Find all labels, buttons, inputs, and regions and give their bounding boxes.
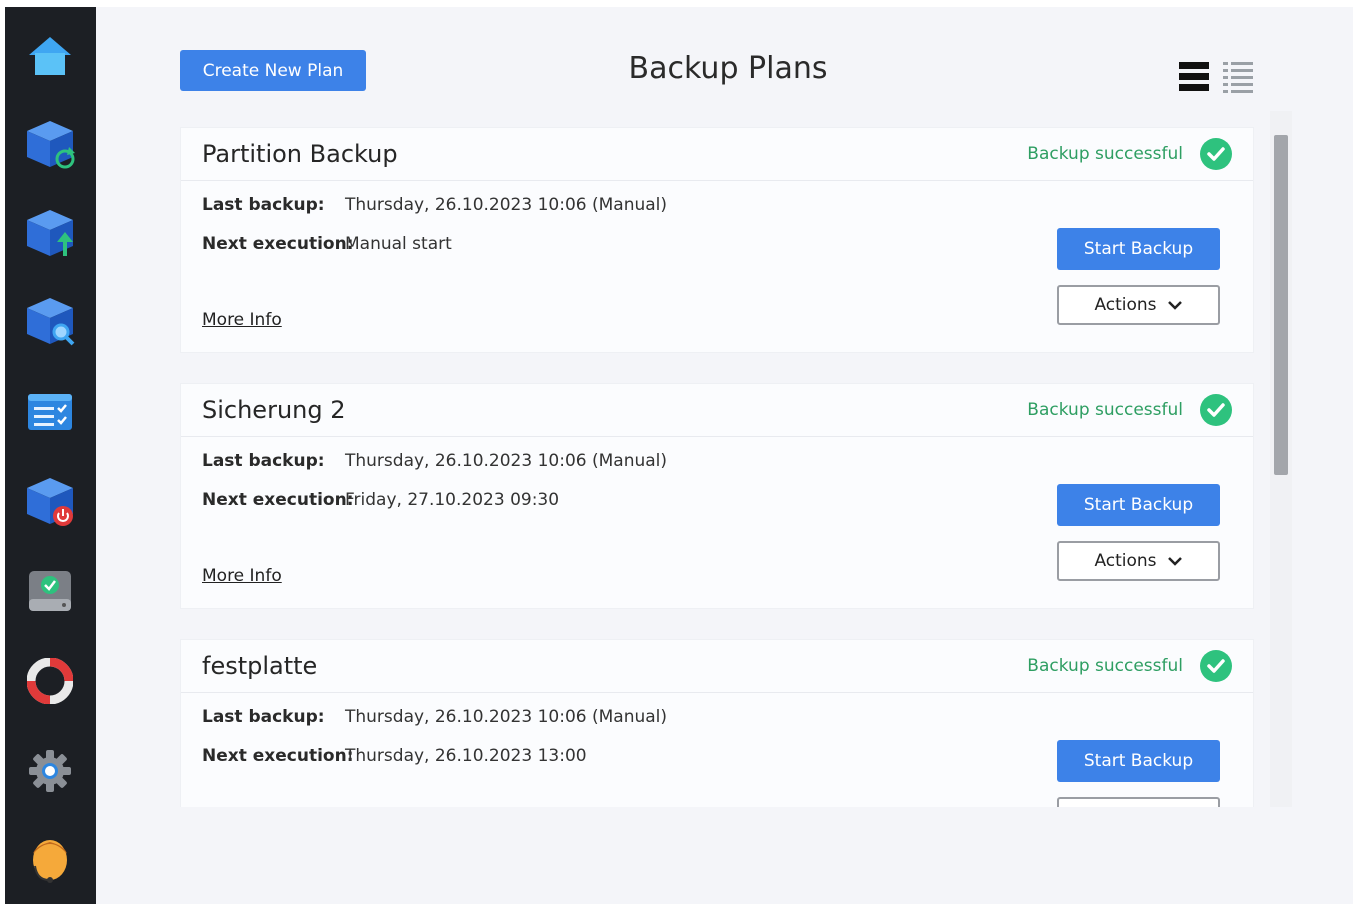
next-execution-value: Thursday, 26.10.2023 13:00	[345, 746, 587, 766]
create-new-plan-button[interactable]: Create New Plan	[180, 50, 366, 91]
plan-card: festplatte Backup successful Last backup…	[180, 639, 1254, 807]
next-execution-label: Next execution:	[202, 490, 354, 510]
plans-list: Partition Backup Backup successful Last …	[180, 111, 1292, 807]
actions-label: Actions	[1094, 295, 1157, 315]
plan-card-header: Sicherung 2 Backup successful	[181, 384, 1253, 437]
start-backup-button[interactable]: Start Backup	[1057, 228, 1220, 270]
start-backup-button[interactable]: Start Backup	[1057, 484, 1220, 526]
nav-home[interactable]	[21, 27, 79, 85]
success-check-icon	[1200, 138, 1232, 170]
drive-check-icon	[29, 571, 71, 611]
restore-icon	[27, 121, 75, 169]
last-backup-value: Thursday, 26.10.2023 10:06 (Manual)	[345, 451, 668, 471]
nav-tasks[interactable]	[21, 383, 79, 441]
plan-card: Sicherung 2 Backup successful Last backu…	[180, 383, 1254, 609]
app-window: Create New Plan Backup Plans Partition B…	[5, 7, 1353, 904]
nav-explore[interactable]	[21, 292, 79, 350]
plan-status: Backup successful	[1027, 144, 1183, 164]
plan-name: festplatte	[202, 652, 318, 680]
scrollbar-thumb[interactable]	[1274, 135, 1288, 475]
shutdown-backup-icon	[27, 478, 73, 526]
lifebuoy-icon	[27, 658, 73, 704]
task-list-icon	[28, 394, 72, 430]
user-support-icon	[33, 840, 67, 883]
plan-card: Partition Backup Backup successful Last …	[180, 127, 1254, 353]
success-check-icon	[1200, 650, 1232, 682]
more-info-link[interactable]: More Info	[202, 310, 282, 330]
chevron-down-icon	[1167, 557, 1182, 566]
nav-restore[interactable]	[21, 115, 79, 173]
nav-profile[interactable]	[21, 832, 79, 890]
start-backup-button[interactable]: Start Backup	[1057, 740, 1220, 782]
nav-backup[interactable]	[21, 204, 79, 262]
plan-card-header: Partition Backup Backup successful	[181, 128, 1253, 181]
nav-settings[interactable]	[21, 742, 79, 800]
plan-card-header: festplatte Backup successful	[181, 640, 1253, 693]
actions-dropdown-button[interactable]: Actions	[1057, 797, 1220, 807]
actions-dropdown-button[interactable]: Actions	[1057, 285, 1220, 325]
search-backup-icon	[27, 298, 75, 346]
main-content: Create New Plan Backup Plans Partition B…	[96, 7, 1353, 904]
sidebar	[5, 7, 96, 904]
chevron-down-icon	[1167, 301, 1182, 310]
more-info-link[interactable]: More Info	[202, 566, 282, 586]
card-view-icon[interactable]	[1178, 61, 1210, 93]
last-backup-label: Last backup:	[202, 195, 325, 215]
settings-gear-icon	[29, 750, 71, 792]
last-backup-value: Thursday, 26.10.2023 10:06 (Manual)	[345, 195, 668, 215]
nav-help[interactable]	[21, 652, 79, 710]
plan-name: Sicherung 2	[202, 396, 346, 424]
nav-shutdown[interactable]	[21, 472, 79, 530]
actions-label: Actions	[1094, 551, 1157, 571]
backup-upload-icon	[27, 210, 73, 256]
plan-status: Backup successful	[1027, 656, 1183, 676]
last-backup-label: Last backup:	[202, 451, 325, 471]
plans-scrollbar[interactable]	[1270, 111, 1292, 807]
last-backup-value: Thursday, 26.10.2023 10:06 (Manual)	[345, 707, 668, 727]
next-execution-label: Next execution:	[202, 234, 354, 254]
plan-name: Partition Backup	[202, 140, 398, 168]
list-view-icon[interactable]	[1222, 61, 1254, 93]
plan-status: Backup successful	[1027, 400, 1183, 420]
next-execution-value: Friday, 27.10.2023 09:30	[345, 490, 560, 510]
nav-drives[interactable]	[21, 562, 79, 620]
home-icon	[29, 37, 71, 75]
actions-dropdown-button[interactable]: Actions	[1057, 541, 1220, 581]
next-execution-label: Next execution:	[202, 746, 354, 766]
success-check-icon	[1200, 394, 1232, 426]
page-title: Backup Plans	[628, 51, 828, 86]
last-backup-label: Last backup:	[202, 707, 325, 727]
next-execution-value: Manual start	[345, 234, 452, 254]
